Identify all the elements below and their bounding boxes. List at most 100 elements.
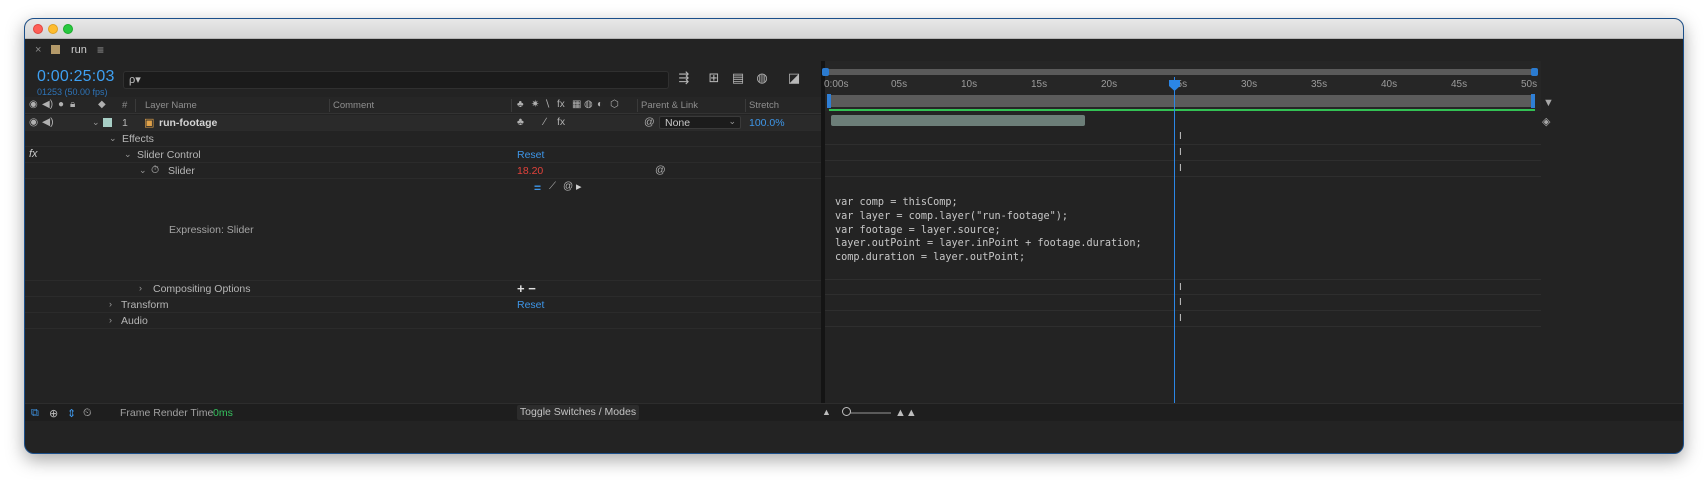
zoom-in-icon[interactable]: ▲▲ (895, 407, 917, 419)
composition-mini-flowchart-icon[interactable]: ⇶ (675, 70, 693, 86)
zoom-slider[interactable] (845, 412, 891, 414)
transform-row[interactable]: › Transform Reset (25, 297, 821, 313)
current-time-display[interactable]: 0:00:25:03 (37, 68, 115, 86)
parent-dropdown-value: None (665, 117, 691, 129)
video-visibility-icon[interactable]: ◉ (29, 99, 38, 110)
tab-close-icon[interactable]: × (35, 44, 41, 56)
footage-file-icon: ▣ (144, 117, 155, 129)
composition-tab[interactable]: × run ≡ (25, 39, 1683, 61)
draft-3d-icon[interactable]: ⊞ (705, 70, 723, 86)
lock-icon[interactable]: 🔒︎ (70, 99, 75, 110)
layer-duration-bar[interactable] (831, 115, 1085, 126)
transform-reset-link[interactable]: Reset (517, 299, 544, 311)
layer-fx-switch-icon[interactable]: fx (557, 116, 565, 128)
parent-dropdown[interactable]: None ⌄ (659, 116, 741, 129)
expand-chevron-icon[interactable]: › (109, 315, 112, 325)
layer-row[interactable]: ◉ ◀) ⌄ 1 ▣ run-footage ♣ ∕ fx @ None ⌄ 1… (25, 115, 821, 131)
time-marker-icon: I (1179, 147, 1182, 158)
in-out-pane-icon[interactable]: ⇕ (67, 407, 76, 420)
layer-expand-chevron-icon[interactable]: ⌄ (92, 117, 100, 128)
layer-audio-icon[interactable]: ◀) (42, 116, 54, 128)
motion-blur-icon[interactable]: ◍ (753, 70, 771, 86)
after-effects-timeline-window: × run ≡ 0:00:25:03 01253 (50.00 fps) ρ▾ … (24, 18, 1684, 454)
time-ruler[interactable]: 0:00s 05s 10s 15s 20s 25s 30s 35s 40s 45… (822, 61, 1541, 111)
layer-visibility-icon[interactable]: ◉ (29, 116, 38, 128)
collapse-switch-icon: ✷ (531, 99, 540, 110)
shy-switch-icon: ♣ (517, 99, 524, 110)
fx-icon[interactable]: fx (29, 148, 38, 160)
work-area-bar[interactable] (829, 95, 1535, 107)
expand-chevron-icon[interactable]: › (139, 283, 142, 293)
time-navigator-start-handle[interactable] (822, 68, 829, 76)
layer-name[interactable]: run-footage (159, 117, 217, 129)
stretch-value[interactable]: 100.0% (749, 117, 785, 129)
comment-column-header[interactable]: Comment (333, 100, 374, 111)
timeline-right-gutter: ▼ ◈ (1541, 61, 1683, 403)
parent-pick-whip-icon[interactable]: @ (644, 116, 655, 128)
audio-track: I (825, 311, 1541, 327)
time-navigator-bar[interactable] (825, 69, 1537, 75)
graph-editor-icon[interactable]: ◪ (785, 70, 803, 86)
compositing-options-row[interactable]: › Compositing Options + − (25, 281, 821, 297)
panel-menu-icon[interactable]: ≡ (97, 43, 104, 57)
expression-row: = ⟋ @ ▸ Expression: Slider (25, 179, 821, 281)
ruler-label: 0:00s (824, 79, 849, 90)
render-time-pane-icon[interactable]: ⏲ (83, 407, 92, 420)
property-pick-whip-icon[interactable]: @ (655, 164, 666, 176)
transfer-controls-pane-icon[interactable]: ⊕ (49, 407, 58, 420)
timeline-area[interactable]: 0:00s 05s 10s 15s 20s 25s 30s 35s 40s 45… (822, 61, 1541, 403)
parent-link-column-header[interactable]: Parent & Link (641, 100, 698, 111)
slider-control-reset-link[interactable]: Reset (517, 149, 544, 161)
expression-language-menu-icon[interactable]: ▸ (576, 180, 582, 193)
ruler-label: 20s (1101, 79, 1118, 90)
layer-name-column-header[interactable]: Layer Name (145, 100, 197, 111)
layer-shy-switch-icon[interactable]: ♣ (517, 116, 524, 128)
effects-group-row[interactable]: ⌄ Effects (25, 131, 821, 147)
layer-switches-pane-icon[interactable]: ⧉ (31, 407, 39, 420)
expression-code-editor[interactable]: var comp = thisComp; var layer = comp.la… (835, 196, 1142, 265)
timeline-status-bar: ⧉ ⊕ ⇕ ⏲ Frame Render Time 0ms Toggle Swi… (25, 403, 1683, 421)
layer-search-input[interactable]: ρ▾ (123, 71, 669, 89)
time-navigator-end-handle[interactable] (1531, 68, 1538, 76)
toggle-switches-modes-button[interactable]: Toggle Switches / Modes (517, 405, 639, 420)
stopwatch-icon[interactable]: ⏱ (151, 164, 159, 177)
slider-control-row[interactable]: fx ⌄ Slider Control Reset (25, 147, 821, 163)
slider-control-label[interactable]: Slider Control (137, 149, 201, 161)
comp-button-icon[interactable]: ◈ (1542, 115, 1550, 128)
expression-pick-whip-icon[interactable]: @ (563, 181, 573, 192)
zoom-slider-knob[interactable] (842, 407, 851, 416)
label-tag-icon[interactable]: ◆ (98, 99, 106, 110)
current-time-indicator[interactable] (1174, 77, 1175, 403)
stretch-column-header[interactable]: Stretch (749, 100, 779, 111)
layer-label-color[interactable] (103, 118, 112, 127)
expand-chevron-icon[interactable]: ⌄ (124, 149, 132, 160)
slider-property-row[interactable]: ⌄ ⏱ Slider 18.20 @ (25, 163, 821, 179)
frame-count-display: 01253 (50.00 fps) (37, 87, 108, 97)
minimize-window-button[interactable] (48, 24, 58, 34)
work-area-end-handle[interactable] (1531, 94, 1535, 108)
zoom-out-icon[interactable]: ▲ (822, 407, 831, 417)
add-remove-mask-icon[interactable]: + − (517, 281, 536, 296)
audio-row[interactable]: › Audio (25, 313, 821, 329)
audio-icon[interactable]: ◀) (42, 99, 53, 110)
zoom-window-button[interactable] (63, 24, 73, 34)
layer-index: 1 (122, 117, 128, 129)
number-column-header: # (122, 100, 128, 111)
work-area-start-handle[interactable] (827, 94, 831, 108)
tab-title: run (71, 44, 87, 56)
3d-layer-switch-icon: ⬡ (610, 99, 619, 110)
expand-chevron-icon[interactable]: ⌄ (109, 133, 117, 144)
layer-quality-switch-icon[interactable]: ∕ (544, 116, 546, 128)
close-window-button[interactable] (33, 24, 43, 34)
effects-label: Effects (122, 133, 154, 145)
expand-chevron-icon[interactable]: › (109, 299, 112, 309)
comp-marker-bin-icon[interactable]: ▼ (1543, 97, 1554, 109)
solo-icon[interactable]: ● (58, 99, 64, 110)
frame-blending-icon[interactable]: ▤ (729, 70, 747, 86)
slider-value[interactable]: 18.20 (517, 165, 543, 177)
enable-expression-icon[interactable]: = (534, 181, 541, 195)
expand-chevron-icon[interactable]: ⌄ (139, 165, 147, 176)
transform-label: Transform (121, 299, 169, 311)
transform-track: I (825, 295, 1541, 311)
expression-graph-icon[interactable]: ⟋ (549, 181, 556, 192)
